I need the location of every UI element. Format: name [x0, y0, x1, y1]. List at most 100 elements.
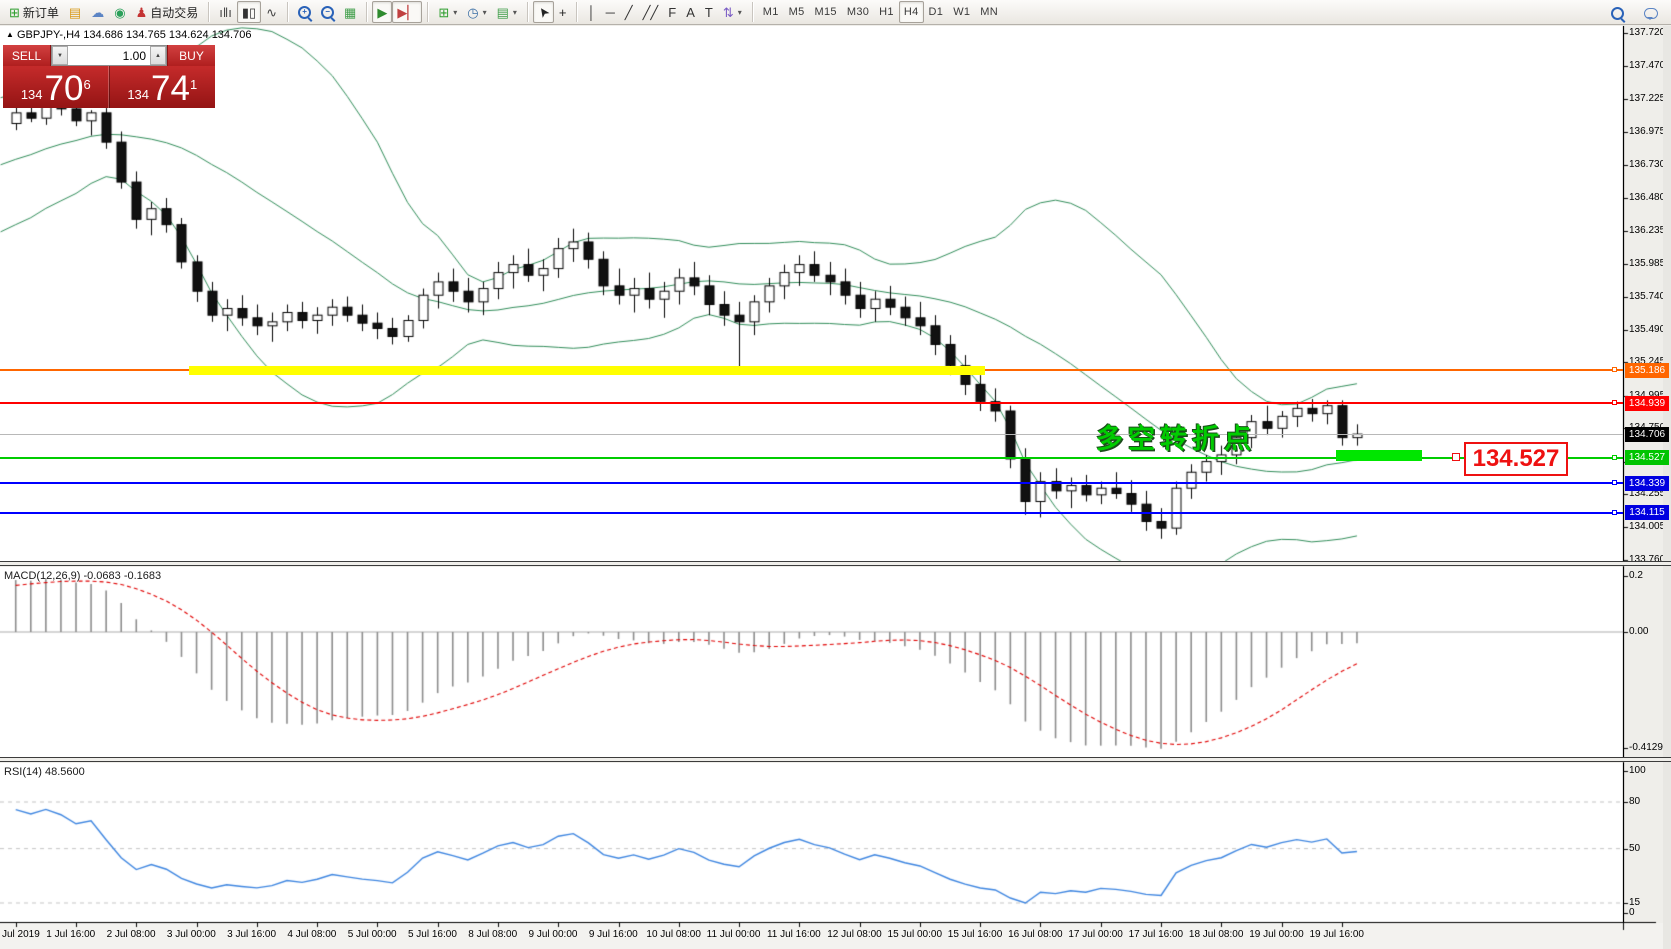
autotrading-button[interactable]: ♟ 自动交易: [131, 1, 204, 23]
autotrading-icon: ♟: [135, 4, 148, 20]
price-callout-box[interactable]: 134.527: [1464, 442, 1568, 476]
channel-button[interactable]: ╱╱: [638, 1, 664, 23]
macd-tick-label: 0.2: [1629, 570, 1643, 581]
price-chart-canvas[interactable]: [0, 0, 1671, 949]
time-tick-label: 9 Jul 16:00: [588, 929, 638, 940]
charts-button[interactable]: ▤: [64, 1, 86, 23]
callout-anchor-handle[interactable]: [1452, 453, 1460, 461]
horizontal-line-button[interactable]: ─: [601, 1, 620, 23]
sell-price-display[interactable]: 134 70 6: [3, 66, 109, 108]
panel-splitter[interactable]: [0, 561, 1671, 566]
volume-decrease-button[interactable]: ▼: [52, 46, 68, 65]
signals-icon: ◉: [114, 4, 126, 20]
chart-candles-button[interactable]: ▮▯: [236, 1, 262, 23]
timeframe-label: M15: [814, 6, 837, 18]
time-tick-label: 1 Jul 16:00: [46, 929, 96, 940]
signals-button[interactable]: ◉: [109, 1, 130, 23]
buy-price-display[interactable]: 134 74 1: [108, 66, 216, 108]
volume-input[interactable]: [68, 46, 150, 65]
chart-shift-icon: ▶▏: [397, 4, 418, 20]
tf-h4-button[interactable]: H4: [898, 1, 924, 23]
periods-button[interactable]: ◷ ▾: [462, 1, 491, 23]
price-tick-label: 136.480: [1629, 192, 1666, 204]
volume-increase-button[interactable]: ▲: [150, 46, 166, 65]
line-endpoint-handle[interactable]: [1612, 509, 1617, 515]
dropdown-caret-icon[interactable]: ▾: [453, 8, 457, 17]
time-tick-label: 11 Jul 00:00: [706, 929, 761, 940]
rsi-tick-label: 50: [1629, 842, 1641, 854]
zoom-out-button[interactable]: −: [316, 1, 339, 23]
toolbar-separator: [208, 2, 210, 22]
chart-bars-button[interactable]: ı‖ı: [214, 1, 237, 23]
chart-title: ▲ GBPJPY-,H4 134.686 134.765 134.624 134…: [6, 29, 251, 41]
chat-button[interactable]: [1639, 2, 1663, 24]
chart-line-icon: ∿: [266, 4, 278, 20]
line-endpoint-handle[interactable]: [1612, 400, 1617, 406]
line-endpoint-handle[interactable]: [1612, 367, 1617, 373]
line-endpoint-handle[interactable]: [1612, 480, 1617, 485]
cursor-button[interactable]: ➤: [532, 1, 554, 23]
chart-shift-button[interactable]: ▶▏: [392, 1, 423, 23]
tf-m1-button[interactable]: M1: [758, 1, 784, 23]
green-highlight-zone[interactable]: [1335, 450, 1422, 461]
label-icon: T: [704, 4, 713, 20]
horizontal-line-object[interactable]: [0, 482, 1623, 484]
line-endpoint-handle[interactable]: [1612, 454, 1617, 460]
horizontal-line-object[interactable]: [0, 511, 1623, 514]
horizontal-line-object[interactable]: [0, 402, 1623, 405]
tile-windows-button[interactable]: ▦: [339, 1, 361, 23]
dropdown-caret-icon[interactable]: ▾: [483, 8, 487, 17]
button-label: 自动交易: [150, 5, 199, 20]
templates-button[interactable]: ▤ ▾: [492, 1, 522, 23]
time-tick-label: 5 Jul 00:00: [347, 929, 397, 940]
timeframe-label: H4: [903, 6, 919, 18]
new-order-button[interactable]: ⊞ 新订单: [4, 1, 64, 23]
tf-w1-button[interactable]: W1: [948, 1, 975, 23]
periods-icon: ◷: [467, 4, 479, 20]
vertical-line-button[interactable]: │: [582, 1, 600, 23]
tf-m30-button[interactable]: M30: [842, 1, 874, 23]
sell-button[interactable]: SELL: [3, 45, 51, 66]
price-tag: 134.939: [1625, 395, 1669, 411]
bid-price-line[interactable]: [0, 434, 1623, 436]
yellow-highlight-zone[interactable]: [189, 365, 985, 375]
community-button[interactable]: ☁: [86, 1, 109, 23]
tf-d1-button[interactable]: D1: [924, 1, 949, 23]
tf-h1-button[interactable]: H1: [874, 1, 899, 23]
indicators-button[interactable]: ⊞ ▾: [433, 1, 462, 23]
one-click-trading-panel: SELL ▼ ▲ BUY 134706 134741: [3, 45, 215, 108]
tf-mn-button[interactable]: MN: [975, 1, 1003, 23]
time-tick-label: 15 Jul 16:00: [947, 929, 1003, 940]
time-tick-label: 19 Jul 00:00: [1249, 929, 1304, 940]
crosshair-icon: +: [558, 4, 567, 20]
buy-button[interactable]: BUY: [167, 45, 215, 66]
text-button[interactable]: A: [681, 1, 700, 23]
timeframe-label: MN: [980, 6, 999, 18]
label-button[interactable]: T: [700, 1, 718, 23]
dropdown-caret-icon[interactable]: ▾: [513, 8, 517, 17]
zoom-in-button[interactable]: +: [293, 1, 316, 23]
crosshair-button[interactable]: +: [554, 1, 572, 23]
panel-splitter[interactable]: [0, 757, 1671, 762]
rsi-tick-label: 0: [1629, 907, 1635, 918]
price-tick-label: 136.235: [1629, 224, 1666, 236]
collapse-arrow-icon[interactable]: ▲: [6, 30, 14, 39]
timeframe-label: M1: [762, 6, 779, 18]
price-tick-label: 137.720: [1629, 27, 1666, 38]
time-tick-label: 9 Jul 00:00: [528, 929, 578, 940]
auto-scroll-button[interactable]: ▶: [372, 1, 393, 23]
timeframe-label: W1: [953, 6, 971, 18]
mt4-window: ⊞ 新订单 ▤ ☁ ◉ ♟ 自动交易 ı‖ı ▮▯ ∿ + − ▦ ▶ ▶▏ ⊞ ▾ ◷ ▾ ▤ ▾ ➤ + │ ─ ╱ ╱╱ F A T…: [0, 0, 1671, 949]
search-button[interactable]: [1606, 2, 1629, 24]
zoom-out-icon: −: [321, 5, 336, 22]
chart-line-button[interactable]: ∿: [261, 1, 282, 23]
dropdown-caret-icon[interactable]: ▾: [738, 8, 742, 17]
community-icon: ☁: [91, 4, 105, 20]
tf-m5-button[interactable]: M5: [784, 1, 810, 23]
bid-price-tag: 134.706: [1625, 426, 1669, 442]
fibonacci-button[interactable]: F: [663, 1, 681, 23]
chart-text-annotation[interactable]: 多空转折点: [1096, 417, 1256, 456]
trendline-button[interactable]: ╱: [620, 1, 638, 23]
arrows-button[interactable]: ⇅ ▾: [718, 1, 747, 23]
tf-m15-button[interactable]: M15: [810, 1, 842, 23]
